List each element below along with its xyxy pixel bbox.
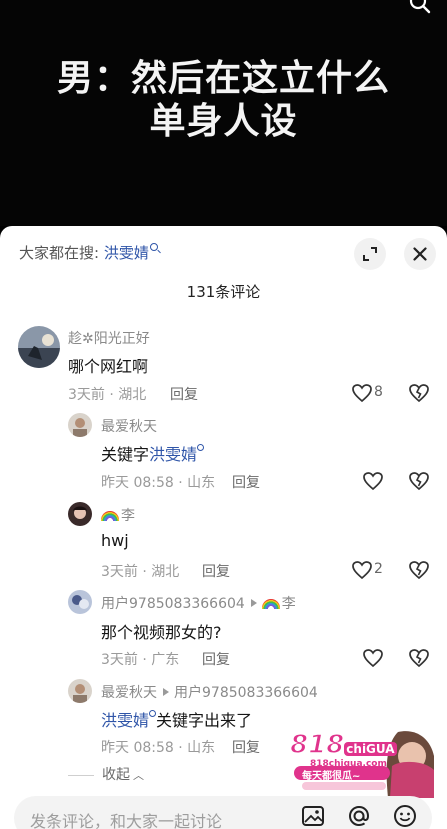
comment-username[interactable]: 趁✲阳光正好 xyxy=(68,328,150,348)
comment-input-placeholder: 发条评论，和大家一起讨论 xyxy=(30,812,223,829)
like-count: 8 xyxy=(374,384,383,400)
broken-heart-icon[interactable] xyxy=(408,647,430,669)
comment-username[interactable]: 最爱秋天 用户9785083366604 xyxy=(101,682,318,702)
reply-button[interactable]: 回复 xyxy=(170,384,198,404)
close-icon xyxy=(413,247,427,261)
video-area[interactable]: 男：然后在这立什么 单身人设 xyxy=(0,0,447,226)
rainbow-icon xyxy=(101,511,119,521)
comment-username[interactable]: 李 xyxy=(101,505,135,525)
comment-time-location: 3天前 · 广东 xyxy=(101,652,180,668)
avatar[interactable] xyxy=(18,326,60,368)
username-text: 李 xyxy=(121,508,135,524)
rainbow-icon xyxy=(261,599,280,609)
comment-panel: 大家都在搜: 洪雯婧 131条评论 趁✲阳光正好 哪个网红啊 3天前 · 湖北 … xyxy=(0,226,447,829)
comment-text-suffix: 关键字出来了 xyxy=(156,711,253,730)
search-small-icon xyxy=(197,444,205,451)
comment-input[interactable]: 发条评论，和大家一起讨论 xyxy=(14,796,432,829)
divider xyxy=(68,774,94,776)
avatar[interactable] xyxy=(68,413,92,437)
search-small-icon xyxy=(149,710,157,717)
search-suggestion-prefix: 大家都在搜: xyxy=(19,244,100,262)
promo-brand-818: 818 xyxy=(289,729,345,761)
collapse-label: 收起 xyxy=(102,767,130,783)
reply-button[interactable]: 回复 xyxy=(202,649,230,669)
chevron-up-icon: ︿ xyxy=(133,769,144,782)
at-icon[interactable] xyxy=(346,803,372,829)
reply-button[interactable]: 回复 xyxy=(202,561,230,581)
comment-username[interactable]: 用户9785083366604 李 xyxy=(101,593,296,613)
search-icon[interactable] xyxy=(409,0,431,14)
comment-count: 131条评论 xyxy=(186,283,261,301)
avatar[interactable] xyxy=(68,679,92,703)
comment-text: 那个视频那女的? xyxy=(101,623,222,642)
broken-heart-icon[interactable] xyxy=(408,559,430,581)
comment-time-location: 昨天 08:58 · 山东 xyxy=(101,740,216,756)
search-keyword-link[interactable]: 洪雯婧 xyxy=(149,445,197,464)
comment-text: 哪个网红啊 xyxy=(68,357,149,376)
broken-heart-icon[interactable] xyxy=(408,382,430,404)
reply-button[interactable]: 回复 xyxy=(232,472,260,492)
username-text: 用户9785083366604 xyxy=(101,596,245,612)
promo-banner[interactable]: 818 chiGUA 818chigua.com 每天都很瓜~ xyxy=(288,726,436,798)
collapse-replies-button[interactable]: 收起 ︿ xyxy=(68,764,144,784)
promo-brand: 818 chiGUA xyxy=(289,729,397,761)
like-count: 2 xyxy=(374,561,383,577)
reply-arrow-icon xyxy=(163,688,169,696)
comment-time-location: 3天前 · 湖北 xyxy=(101,564,180,580)
heart-icon[interactable] xyxy=(362,471,384,491)
expand-icon xyxy=(363,247,377,261)
search-keyword-link[interactable]: 洪雯婧 xyxy=(101,711,149,730)
comment-text: 洪雯婧 关键字出来了 xyxy=(101,707,252,731)
video-caption-line1: 男：然后在这立什么 xyxy=(56,58,390,99)
username-text: 最爱秋天 xyxy=(101,685,157,701)
video-caption-line2: 单身人设 xyxy=(149,101,298,142)
broken-heart-icon[interactable] xyxy=(408,470,430,492)
comment-text: 关键字洪雯婧 xyxy=(101,441,205,465)
search-small-icon xyxy=(149,243,158,251)
comment-time-location: 3天前 · 湖北 xyxy=(68,387,147,403)
heart-icon[interactable] xyxy=(351,560,373,580)
expand-button[interactable] xyxy=(354,238,386,270)
emoji-icon[interactable] xyxy=(392,803,418,829)
comment-text: hwj xyxy=(101,531,129,550)
comment-text-prefix: 关键字 xyxy=(101,445,150,464)
promo-brand-chigua: chiGUA xyxy=(344,742,397,756)
close-button[interactable] xyxy=(404,238,436,270)
comment-time-location: 昨天 08:58 · 山东 xyxy=(101,475,216,491)
avatar[interactable] xyxy=(68,502,92,526)
reply-to-username[interactable]: 用户9785083366604 xyxy=(174,685,318,701)
reply-button[interactable]: 回复 xyxy=(232,737,260,757)
image-icon[interactable] xyxy=(300,803,326,829)
search-suggestion[interactable]: 大家都在搜: 洪雯婧 xyxy=(19,242,158,263)
comment-username[interactable]: 最爱秋天 xyxy=(101,416,157,436)
heart-icon[interactable] xyxy=(362,648,384,668)
search-suggestion-keyword[interactable]: 洪雯婧 xyxy=(104,244,149,262)
reply-arrow-icon xyxy=(250,599,257,607)
heart-icon[interactable] xyxy=(351,383,373,403)
avatar[interactable] xyxy=(68,590,92,614)
promo-slogan: 每天都很瓜~ xyxy=(302,771,361,782)
reply-to-username[interactable]: 李 xyxy=(282,596,296,612)
